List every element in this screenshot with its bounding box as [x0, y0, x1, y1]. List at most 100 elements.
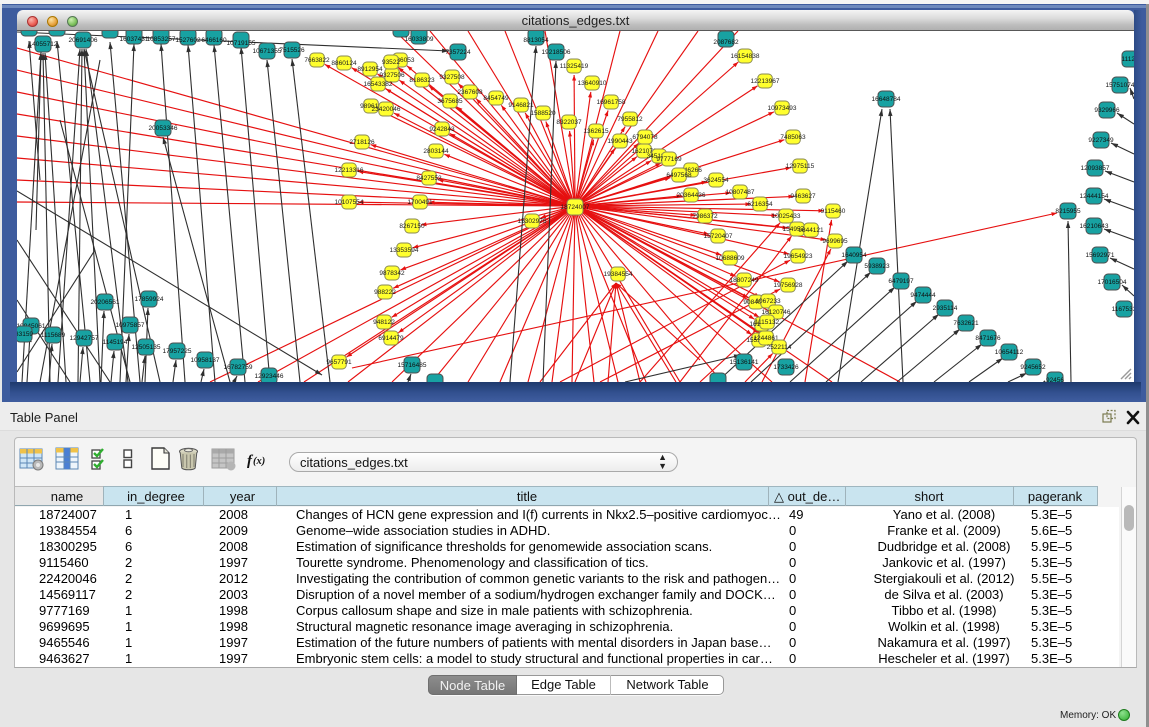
svg-text:12942757: 12942757 — [70, 335, 99, 342]
svg-text:9227349: 9227349 — [1088, 137, 1114, 144]
svg-text:8471676: 8471676 — [975, 335, 1001, 342]
svg-text:7357224: 7357224 — [445, 49, 471, 56]
svg-text:20364436: 20364436 — [677, 192, 706, 199]
svg-text:9699695: 9699695 — [822, 238, 848, 245]
svg-text:17957225: 17957225 — [163, 348, 192, 355]
svg-text:20053346: 20053346 — [149, 125, 178, 132]
svg-text:1067233: 1067233 — [755, 298, 781, 305]
svg-text:20691406: 20691406 — [69, 37, 98, 44]
svg-text:6466160: 6466160 — [201, 37, 227, 44]
svg-text:6497568: 6497568 — [666, 172, 692, 179]
svg-text:8860124: 8860124 — [331, 60, 357, 67]
svg-text:9777169: 9777169 — [656, 156, 682, 163]
svg-text:8186323: 8186323 — [409, 77, 435, 84]
svg-text:9146821: 9146821 — [508, 102, 534, 109]
svg-text:7515526: 7515526 — [279, 47, 305, 54]
svg-text:16648784: 16648784 — [872, 96, 901, 103]
svg-text:1115689: 1115689 — [41, 332, 66, 339]
svg-text:9115460: 9115460 — [821, 208, 846, 215]
svg-text:8215955: 8215955 — [1055, 208, 1081, 215]
svg-text:12213316: 12213316 — [335, 167, 364, 174]
svg-text:19218506: 19218506 — [542, 49, 571, 56]
svg-text:10688609: 10688609 — [716, 255, 745, 262]
svg-text:1167533: 1167533 — [1112, 306, 1134, 313]
svg-text:7955812: 7955812 — [617, 116, 643, 123]
svg-text:10025433: 10025433 — [772, 213, 801, 220]
svg-text:11123: 11123 — [1121, 56, 1134, 63]
svg-text:7986372: 7986372 — [692, 213, 718, 220]
svg-text:1990443: 1990443 — [607, 138, 633, 145]
svg-text:20206561: 20206561 — [91, 299, 120, 306]
svg-text:8912954: 8912954 — [357, 66, 383, 73]
svg-text:5938923: 5938923 — [864, 263, 890, 270]
svg-text:15136141: 15136141 — [730, 359, 759, 366]
svg-text:12505135: 12505135 — [132, 344, 161, 351]
svg-text:2367608: 2367608 — [457, 89, 483, 96]
svg-text:9327508: 9327508 — [439, 74, 465, 81]
svg-text:(x): (x) — [253, 456, 265, 467]
svg-text:6216354: 6216354 — [747, 201, 773, 208]
svg-text:19756928: 19756928 — [774, 282, 803, 289]
svg-text:1145194: 1145194 — [103, 339, 128, 346]
svg-text:15716485: 15716485 — [398, 362, 427, 369]
svg-text:16543382: 16543382 — [364, 81, 393, 88]
svg-text:11325419: 11325419 — [560, 63, 589, 70]
svg-text:1640954: 1640954 — [841, 252, 867, 259]
svg-text:16037431: 16037431 — [120, 36, 149, 43]
svg-text:17016504: 17016504 — [1098, 279, 1127, 286]
svg-text:13353594: 13353594 — [390, 247, 419, 254]
svg-text:15720407: 15720407 — [704, 233, 733, 240]
svg-text:3624554: 3624554 — [703, 177, 729, 184]
svg-text:6479197: 6479197 — [888, 278, 914, 285]
svg-text:23420046: 23420046 — [372, 106, 401, 113]
svg-text:10853257: 10853257 — [147, 36, 176, 43]
svg-text:6914479: 6914479 — [378, 335, 404, 342]
svg-text:7485063: 7485063 — [780, 134, 806, 141]
svg-text:2522114: 2522114 — [767, 344, 792, 351]
svg-text:14055712: 14055712 — [29, 41, 58, 48]
svg-text:1733426: 1733426 — [773, 364, 799, 371]
svg-text:18807249: 18807249 — [730, 277, 759, 284]
svg-text:15302975: 15302975 — [518, 218, 547, 225]
svg-text:3675685: 3675685 — [437, 98, 463, 105]
svg-text:2718126: 2718126 — [349, 139, 375, 146]
svg-text:8322037: 8322037 — [556, 119, 582, 126]
svg-text:9242843: 9242843 — [429, 126, 455, 133]
svg-text:92456: 92456 — [1046, 377, 1064, 382]
svg-text:19654923: 19654923 — [784, 253, 813, 260]
svg-text:10958137: 10958137 — [191, 357, 220, 364]
svg-text:1588520: 1588520 — [530, 110, 556, 117]
svg-text:2803144: 2803144 — [423, 148, 449, 155]
svg-text:2087682: 2087682 — [713, 39, 739, 46]
svg-text:15692971: 15692971 — [1086, 252, 1115, 259]
svg-text:9474444: 9474444 — [910, 292, 936, 299]
svg-text:16782759: 16782759 — [224, 364, 253, 371]
svg-text:16033809: 16033809 — [405, 36, 434, 43]
svg-text:19384554: 19384554 — [604, 271, 633, 278]
svg-text:1527602: 1527602 — [175, 37, 201, 44]
svg-text:1700491: 1700491 — [407, 199, 433, 206]
svg-text:18724007: 18724007 — [561, 204, 590, 211]
svg-text:10973493: 10973493 — [768, 105, 797, 112]
svg-text:12923446: 12923446 — [255, 373, 284, 380]
svg-text:8427552: 8427552 — [416, 175, 442, 182]
svg-text:12444154: 12444154 — [1080, 193, 1109, 200]
svg-text:9657791: 9657791 — [326, 359, 352, 366]
svg-text:17859924: 17859924 — [135, 296, 164, 303]
svg-text:7632621: 7632621 — [953, 320, 979, 327]
svg-text:10654112: 10654112 — [995, 349, 1024, 356]
svg-text:1362615: 1362615 — [583, 128, 609, 135]
svg-text:33159: 33159 — [17, 331, 33, 338]
svg-text:12093857: 12093857 — [1081, 165, 1110, 172]
svg-text:10719155: 10719155 — [227, 40, 256, 47]
svg-text:2935114: 2935114 — [933, 305, 958, 312]
svg-text:8813054: 8813054 — [523, 37, 549, 44]
svg-text:9463627: 9463627 — [790, 193, 816, 200]
svg-text:9878342: 9878342 — [379, 270, 405, 277]
svg-text:8454749: 8454749 — [483, 95, 509, 102]
svg-text:16154838: 16154838 — [731, 53, 760, 60]
svg-text:9245652: 9245652 — [1020, 364, 1046, 371]
svg-text:9844121: 9844121 — [798, 227, 824, 234]
svg-text:10107554: 10107554 — [335, 199, 364, 206]
svg-text:10807487: 10807487 — [726, 189, 755, 196]
